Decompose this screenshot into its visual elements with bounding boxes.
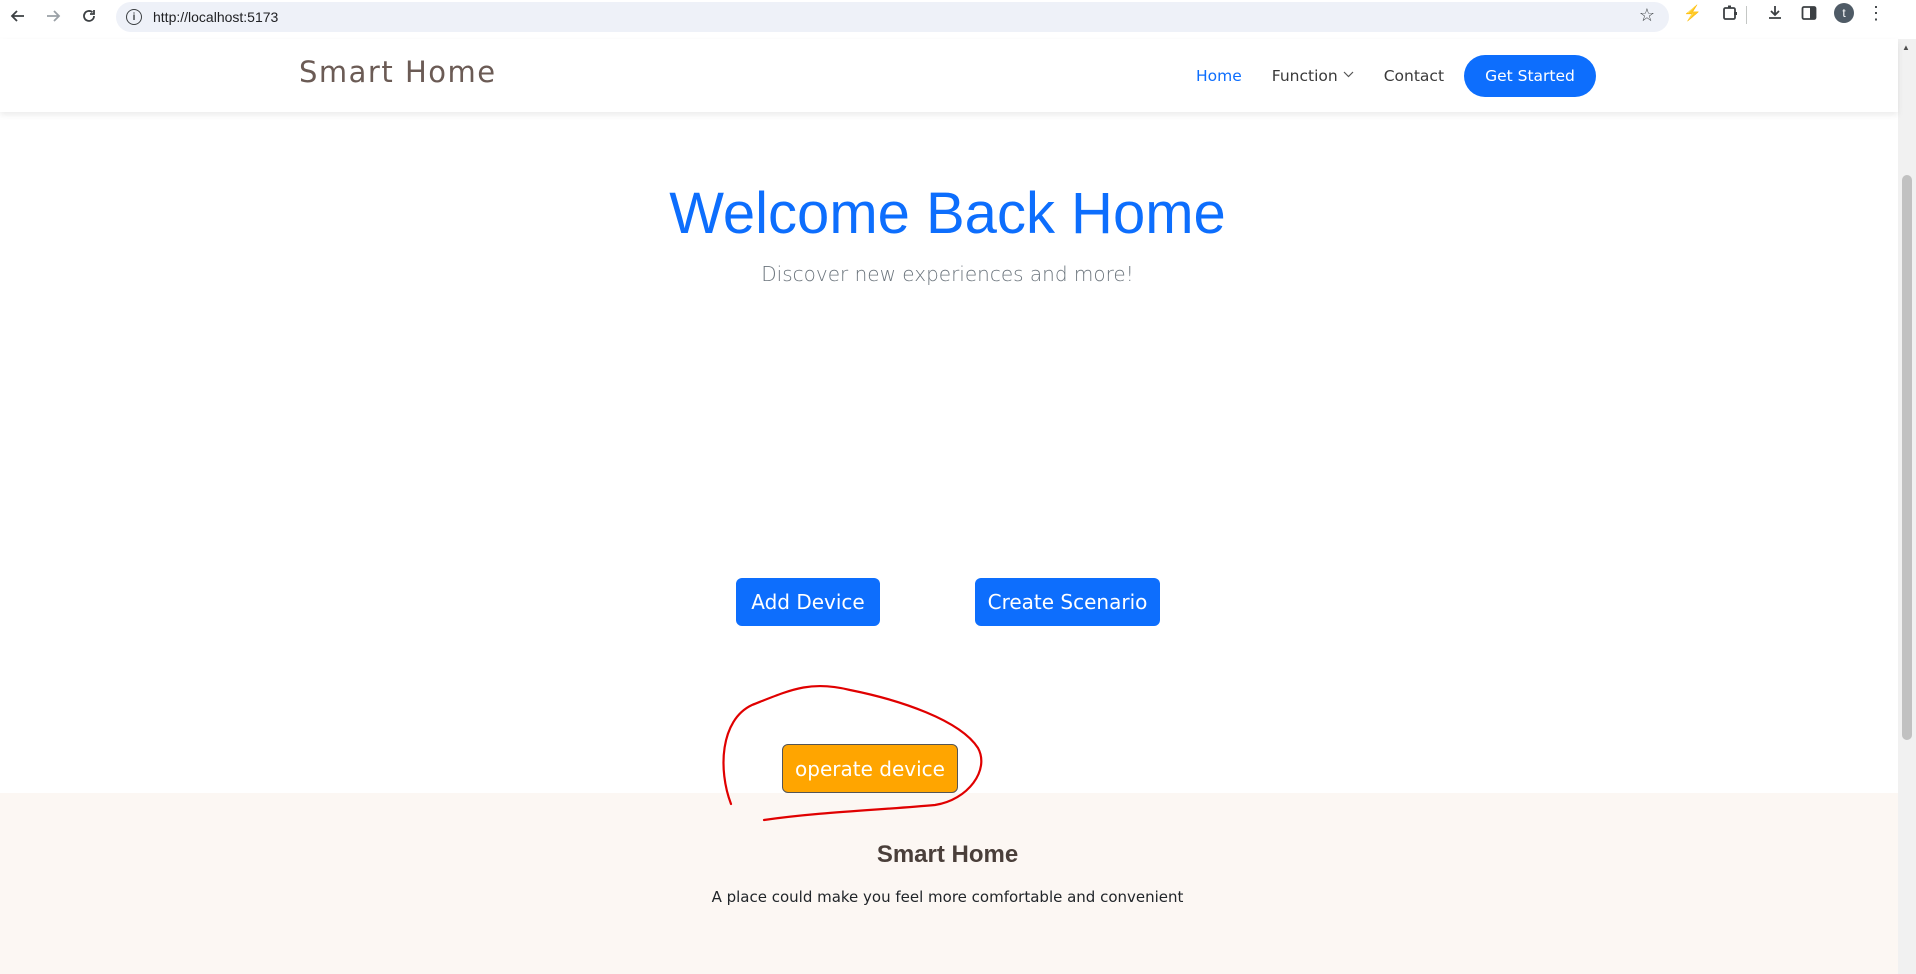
nav-contact[interactable]: Contact xyxy=(1384,67,1444,85)
menu-icon[interactable]: ⋮ xyxy=(1867,4,1885,22)
extensions-icon[interactable] xyxy=(1721,4,1739,27)
hero-title: Welcome Back Home xyxy=(669,181,1226,246)
star-icon[interactable]: ☆ xyxy=(1639,5,1655,26)
footer-tagline: A place could make you feel more comfort… xyxy=(711,888,1184,906)
scroll-thumb[interactable] xyxy=(1902,175,1912,740)
performance-icon[interactable]: ⚡ xyxy=(1683,4,1702,22)
hero-subtitle: Discover new experiences and more! xyxy=(761,262,1134,286)
create-scenario-button[interactable]: Create Scenario xyxy=(975,578,1160,626)
download-icon[interactable] xyxy=(1766,4,1784,27)
brand-logo[interactable]: Smart Home xyxy=(299,55,497,89)
site-navbar: Smart Home Home Function Contact Get Sta… xyxy=(0,39,1898,112)
nav-function[interactable]: Function xyxy=(1272,67,1354,85)
chevron-down-icon xyxy=(1343,70,1354,81)
footer-title: Smart Home xyxy=(876,841,1019,868)
site-info-icon[interactable]: i xyxy=(126,9,142,25)
add-device-button[interactable]: Add Device xyxy=(736,578,880,626)
forward-icon[interactable] xyxy=(41,4,65,28)
browser-toolbar: i http://localhost:5173 ☆ ⚡ t ⋮ xyxy=(0,0,1916,39)
address-bar[interactable]: i http://localhost:5173 ☆ xyxy=(116,2,1669,32)
nav-function-label: Function xyxy=(1271,66,1338,85)
reload-icon[interactable] xyxy=(77,4,101,28)
url-text[interactable]: http://localhost:5173 xyxy=(153,9,278,25)
page-scrollbar[interactable]: ▲ xyxy=(1898,39,1916,974)
back-icon[interactable] xyxy=(6,4,30,28)
nav-home-label: Home xyxy=(1196,66,1242,85)
side-panel-icon[interactable] xyxy=(1800,4,1818,27)
divider xyxy=(1746,6,1747,24)
operate-device-button[interactable]: operate device xyxy=(782,744,958,793)
nav-contact-label: Contact xyxy=(1383,66,1445,85)
nav-home[interactable]: Home xyxy=(1196,67,1242,85)
profile-avatar[interactable]: t xyxy=(1834,3,1854,23)
nav-links: Home Function Contact xyxy=(1196,39,1474,112)
get-started-button[interactable]: Get Started xyxy=(1464,55,1596,97)
scroll-up-arrow[interactable]: ▲ xyxy=(1902,43,1910,52)
footer: Smart Home A place could make you feel m… xyxy=(0,793,1898,974)
